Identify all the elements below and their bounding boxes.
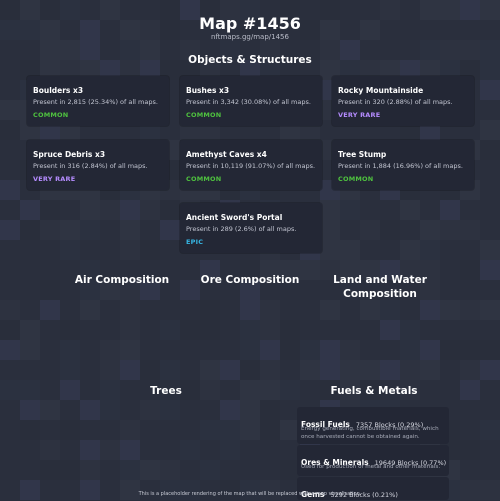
map-url[interactable]: nftmaps.gg/map/1456 [0,33,500,41]
object-name: Ancient Sword's Portal [186,213,283,222]
objects-structures-heading: Objects & Structures [188,54,312,66]
rarity-badge: VERY RARE [33,175,76,183]
object-card: Amethyst Caves x4 Present in 10,119 (91.… [180,140,322,190]
object-card: Spruce Debris x3 Present in 316 (2.84%) … [27,140,169,190]
object-presence: Present in 1,884 (16.96%) of all maps. [338,162,463,170]
land-water-composition-heading: Land and Water Composition [333,274,427,300]
object-name: Tree Stump [338,150,387,159]
object-presence: Present in 316 (2.84%) of all maps. [33,162,148,170]
object-presence: Present in 2,815 (25.34%) of all maps. [33,98,158,106]
rarity-badge: EPIC [186,238,204,246]
ore-composition-heading: Ore Composition [200,274,300,286]
resource-card: Fossil Fuels 7357 Blocks (0.29%) Energy g… [297,407,449,444]
air-composition-heading: Air Composition [74,274,170,286]
object-card: Ancient Sword's Portal Present in 289 (2… [180,203,322,253]
resource-description: Used for production of metal and other m… [301,464,441,470]
object-presence: Present in 3,342 (30.08%) of all maps. [186,98,311,106]
placeholder-notice: This is a placeholder rendering of the m… [138,491,362,497]
trees-heading: Trees [150,385,182,397]
resource-card: Ores & Minerals 19649 Blocks (0.77%) Used… [297,445,449,476]
page-title: Map #1456 [199,14,301,33]
object-presence: Present in 320 (2.88%) of all maps. [338,98,453,106]
object-card: Bushes x3 Present in 3,342 (30.08%) of a… [180,76,322,126]
fuels-metals-heading: Fuels & Metals [330,385,418,397]
rarity-badge: COMMON [33,111,69,119]
object-name: Boulders x3 [33,86,84,95]
object-card: Tree Stump Present in 1,884 (16.96%) of … [332,140,474,190]
resource-description: Energy generating, combustible materials… [301,426,439,440]
rarity-badge: COMMON [186,111,222,119]
rarity-badge: COMMON [338,175,374,183]
object-presence: Present in 10,119 (91.07%) of all maps. [186,162,316,170]
object-card: Boulders x3 Present in 2,815 (25.34%) of… [27,76,169,126]
object-presence: Present in 289 (2.6%) of all maps. [186,225,297,233]
object-name: Spruce Debris x3 [33,150,106,159]
object-card: Rocky Mountainside Present in 320 (2.88%… [332,76,474,126]
object-name: Amethyst Caves x4 [186,150,267,159]
rarity-badge: VERY RARE [338,111,381,119]
rarity-badge: COMMON [186,175,222,183]
object-name: Rocky Mountainside [338,86,424,95]
object-name: Bushes x3 [186,86,230,95]
